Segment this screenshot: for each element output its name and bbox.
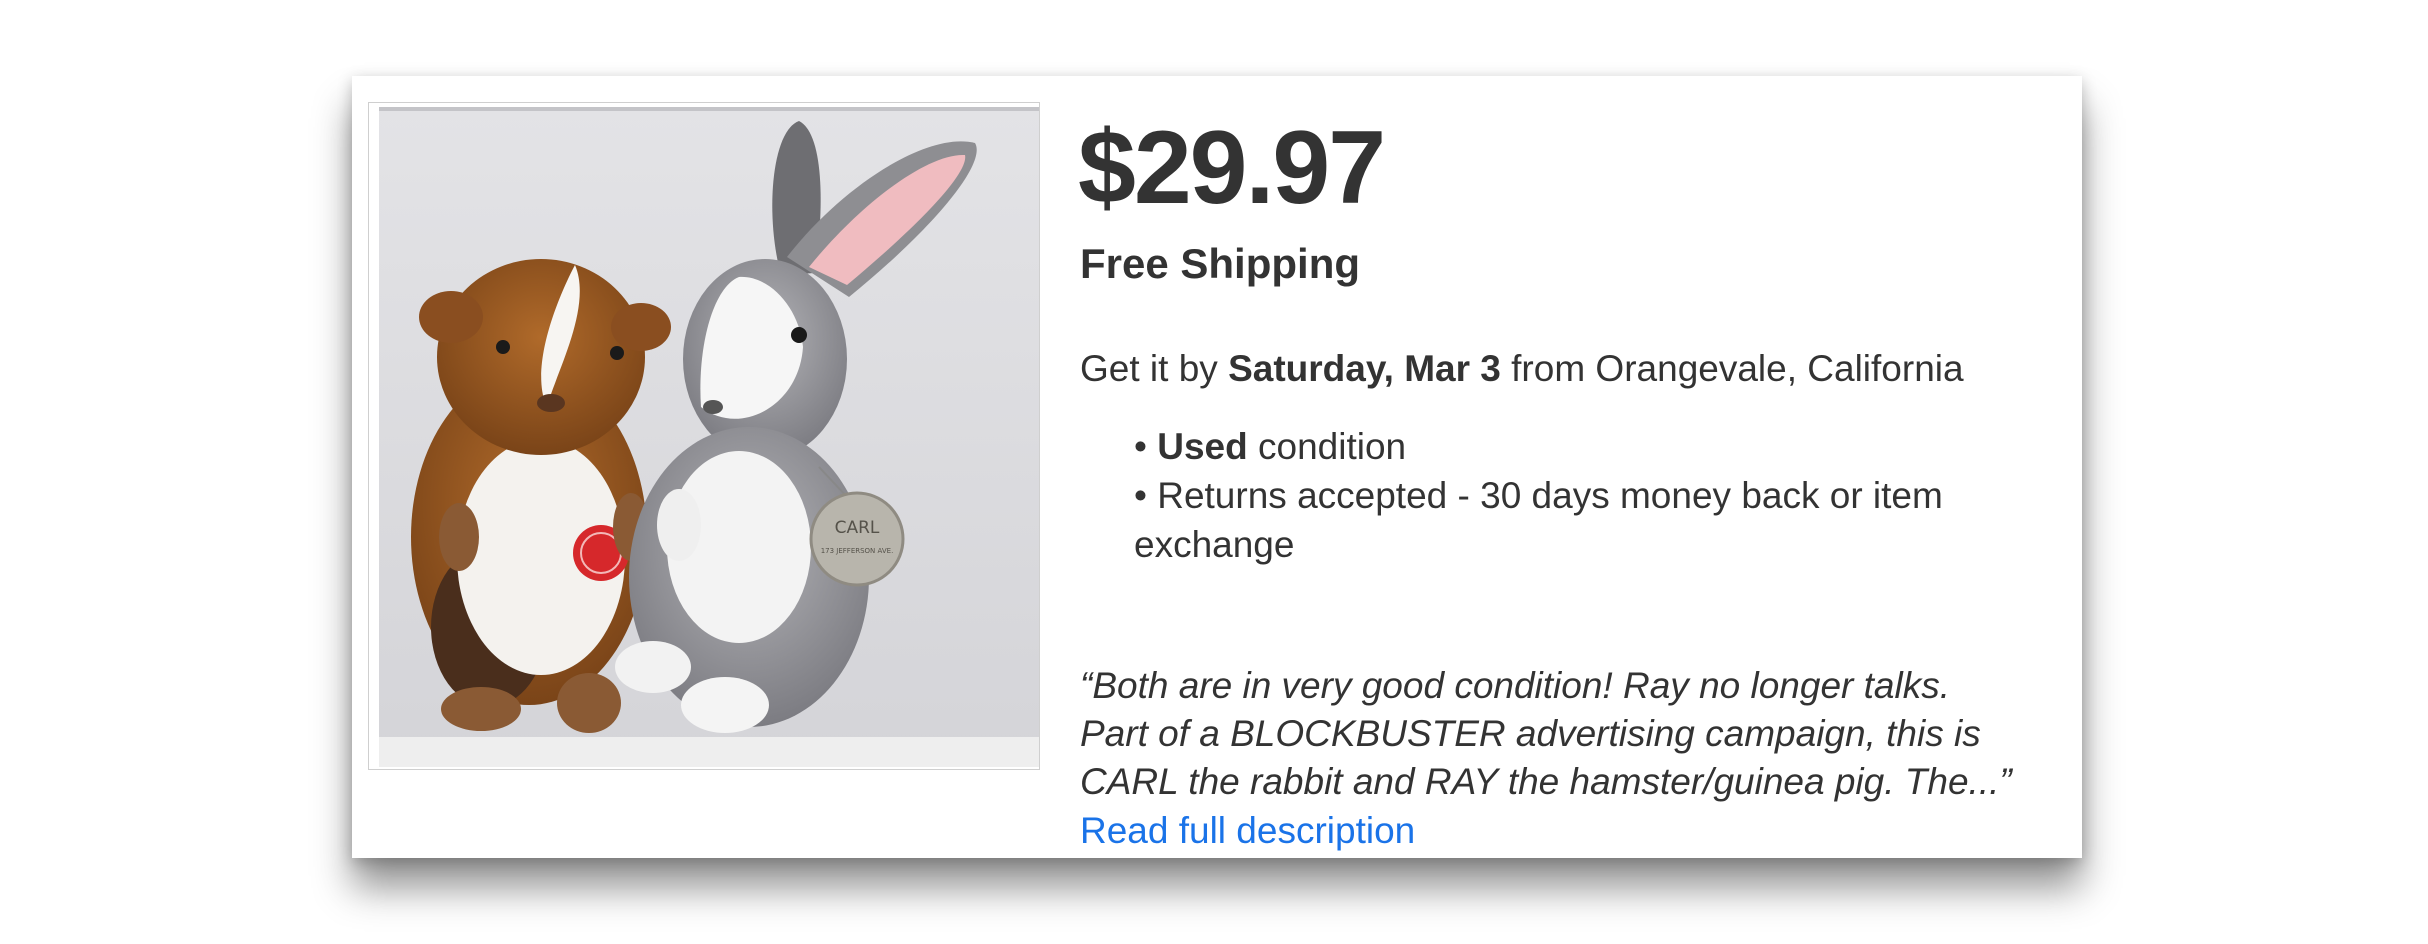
delivery-date: Saturday, Mar 3 [1228, 348, 1501, 389]
tag-label: CARL [835, 518, 880, 538]
product-photo[interactable]: CARL 173 JEFFERSON AVE. [379, 107, 1039, 767]
price: $29.97 [1078, 110, 1386, 226]
description-line: CARL the rabbit and RAY the hamster/guin… [1080, 761, 2012, 802]
condition-list: • Used condition • Returns accepted - 30… [1134, 422, 2014, 569]
delivery-origin: from Orangevale, California [1500, 348, 1964, 389]
returns-text: Returns accepted - 30 days money back or… [1134, 475, 1943, 565]
list-item: • Used condition [1134, 422, 2014, 471]
read-full-description-link[interactable]: Read full description [1080, 810, 1415, 852]
delivery-prefix: Get it by [1080, 348, 1229, 389]
shipping-info: Free Shipping [1080, 240, 1361, 287]
description-excerpt: “Both are in very good condition! Ray no… [1080, 662, 2060, 806]
description-line: Part of a BLOCKBUSTER advertising campai… [1080, 713, 1981, 754]
listing-card: CARL 173 JEFFERSON AVE. $29.97 Free Ship… [352, 76, 2082, 858]
bullet-marker: • [1134, 426, 1158, 467]
condition-text: condition [1247, 426, 1407, 467]
description-line: “Both are in very good condition! Ray no… [1080, 665, 1950, 706]
condition-bold: Used [1157, 426, 1248, 467]
list-item: • Returns accepted - 30 days money back … [1134, 471, 2014, 569]
product-photo-frame[interactable]: CARL 173 JEFFERSON AVE. [368, 102, 1040, 770]
tag-sublabel: 173 JEFFERSON AVE. [821, 547, 894, 555]
delivery-estimate: Get it by Saturday, Mar 3 from Orangeval… [1080, 348, 1964, 390]
bullet-marker: • [1134, 475, 1158, 516]
